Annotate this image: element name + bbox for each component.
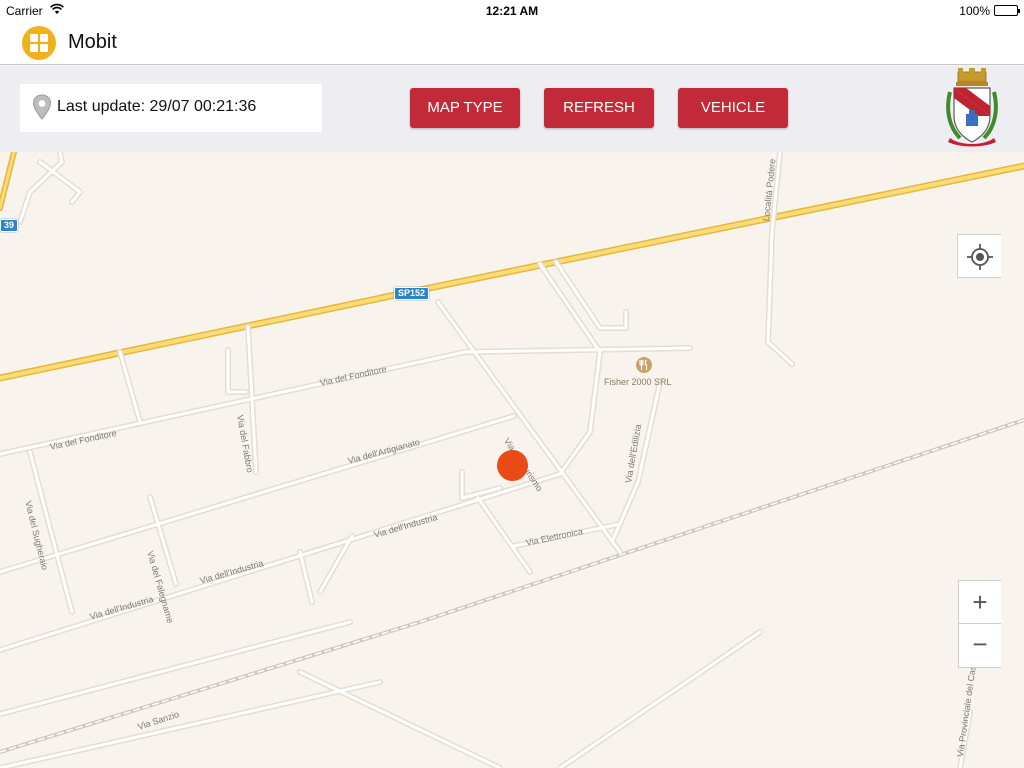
- municipal-crest-icon: [946, 68, 998, 147]
- locate-me-button[interactable]: [957, 234, 1001, 278]
- map-view[interactable]: SP152 39 Via del Fonditore Via del Fondi…: [0, 152, 1024, 768]
- map-type-button[interactable]: MAP TYPE: [410, 88, 520, 128]
- route-badge-39: 39: [0, 219, 19, 232]
- grid-menu-icon[interactable]: [22, 26, 56, 60]
- app-title: Mobit: [68, 31, 117, 53]
- poi-label: Fisher 2000 SRL: [604, 377, 672, 387]
- zoom-out-button[interactable]: −: [958, 624, 1001, 668]
- clock: 12:21 AM: [485, 4, 539, 18]
- toolbar: Last update: 29/07 00:21:36 MAP TYPE REF…: [0, 66, 1024, 152]
- restaurant-icon[interactable]: [636, 357, 652, 373]
- route-badge-sp152: SP152: [394, 287, 430, 300]
- battery-percent: 100%: [959, 4, 990, 18]
- location-pin-icon: [32, 94, 52, 120]
- nav-bar: Mobit: [0, 20, 1024, 65]
- refresh-button[interactable]: REFRESH: [544, 88, 654, 128]
- last-update-label: Last update: 29/07 00:21:36: [57, 98, 257, 115]
- vehicle-button[interactable]: VEHICLE: [678, 88, 788, 128]
- battery-icon: [994, 5, 1020, 16]
- status-bar: Carrier 12:21 AM 100%: [0, 0, 1024, 20]
- last-update-box: Last update: 29/07 00:21:36: [20, 84, 322, 132]
- vehicle-marker[interactable]: [497, 450, 528, 481]
- locate-me-icon: [967, 244, 993, 270]
- zoom-in-button[interactable]: +: [958, 580, 1001, 624]
